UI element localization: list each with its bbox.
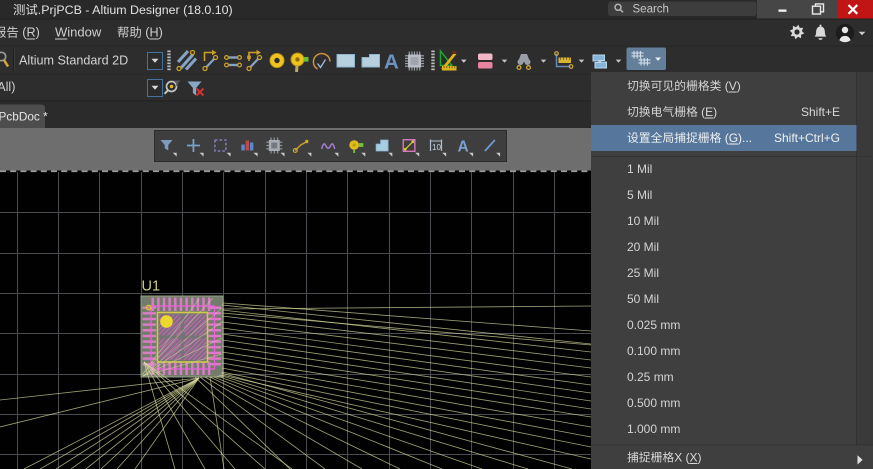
svg-text:25 Mil: 25 Mil [627, 266, 659, 280]
svg-text:Search: Search [633, 4, 669, 16]
svg-text:(E): (E) [698, 105, 717, 119]
svg-text:20 Mil: 20 Mil [627, 240, 659, 254]
svg-text:10: 10 [432, 143, 441, 152]
svg-text:X (X): X (X) [674, 450, 701, 464]
svg-text:50 Mil: 50 Mil [627, 292, 659, 306]
svg-text:0.100 mm: 0.100 mm [627, 344, 680, 358]
svg-text:0.500 mm: 0.500 mm [627, 396, 680, 410]
svg-text:1.000 mm: 1.000 mm [627, 422, 680, 436]
svg-text:(All): (All) [0, 80, 15, 94]
svg-text:Altium Standard 2D: Altium Standard 2D [19, 53, 128, 67]
svg-text:0.25 mm: 0.25 mm [627, 370, 674, 384]
svg-text:1 Mil: 1 Mil [627, 162, 652, 176]
svg-text:10 Mil: 10 Mil [627, 214, 659, 228]
svg-text:PcbDoc *: PcbDoc * [0, 109, 48, 123]
svg-text:(H): (H) [142, 26, 163, 40]
svg-text:U1: U1 [142, 279, 161, 295]
svg-text:A: A [457, 138, 468, 155]
svg-text:(V): (V) [721, 79, 740, 93]
svg-text:Shift+E: Shift+E [801, 105, 840, 119]
svg-text:(G)...: (G)... [721, 131, 752, 145]
svg-text:(R): (R) [19, 26, 40, 40]
svg-text:Window: Window [55, 25, 102, 40]
svg-text:Shift+Ctrl+G: Shift+Ctrl+G [774, 131, 840, 145]
svg-text:5 Mil: 5 Mil [627, 188, 652, 202]
svg-text:A: A [384, 51, 399, 74]
svg-text:.PrjPCB - Altium Designer (18.: .PrjPCB - Altium Designer (18.0.10) [38, 3, 233, 17]
svg-text:0.025 mm: 0.025 mm [627, 318, 680, 332]
